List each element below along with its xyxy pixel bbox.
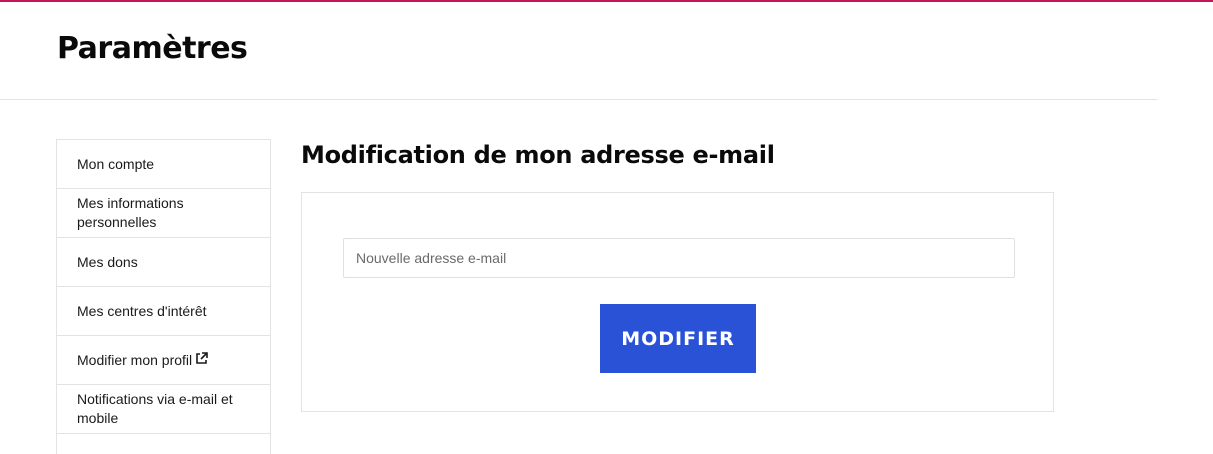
external-link-icon bbox=[195, 351, 208, 370]
new-email-input[interactable] bbox=[343, 238, 1015, 278]
sidebar-item-label: Mes centres d'intérêt bbox=[77, 302, 207, 319]
page-title: Paramètres bbox=[57, 31, 248, 66]
sidebar-item-notifications[interactable]: Notifications via e-mail et mobile bbox=[57, 385, 270, 434]
sidebar-item-mon-compte[interactable]: Mon compte bbox=[57, 140, 270, 189]
sidebar-item-label: Notifications via e-mail et mobile bbox=[77, 391, 233, 426]
sidebar-item-label: Modifier mon profil bbox=[77, 351, 193, 368]
modifier-button[interactable]: MODIFIER bbox=[600, 304, 756, 373]
sidebar-item-label: Mes dons bbox=[77, 253, 138, 270]
sidebar-item-mes-informations[interactable]: Mes informations personnelles bbox=[57, 189, 270, 238]
sidebar-item-label: Mes informations personnelles bbox=[77, 195, 184, 230]
sidebar-item-modifier-profil[interactable]: Modifier mon profil bbox=[57, 336, 270, 385]
sidebar-item-next bbox=[57, 434, 270, 454]
settings-sidebar: Mon compte Mes informations personnelles… bbox=[56, 139, 271, 454]
email-change-card: MODIFIER bbox=[301, 192, 1054, 412]
sidebar-item-label: Mon compte bbox=[77, 155, 155, 172]
page-header: Paramètres bbox=[0, 2, 1157, 100]
sidebar-item-mes-dons[interactable]: Mes dons bbox=[57, 238, 270, 287]
sidebar-item-centres-interet[interactable]: Mes centres d'intérêt bbox=[57, 287, 270, 336]
section-title: Modification de mon adresse e-mail bbox=[301, 141, 775, 169]
